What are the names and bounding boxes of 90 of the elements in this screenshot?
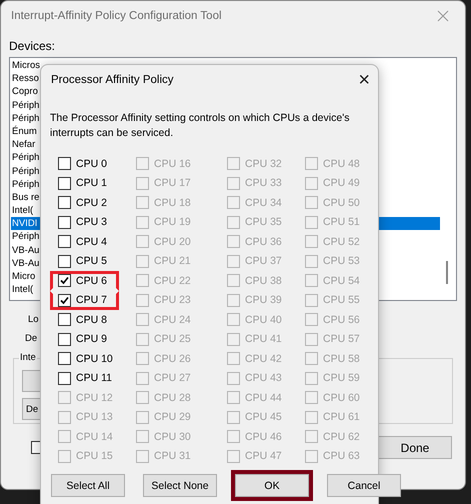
checkbox-label: CPU 60 bbox=[323, 392, 360, 404]
dialog-button[interactable]: Cancel bbox=[327, 474, 401, 497]
checkbox-label: CPU 16 bbox=[154, 158, 191, 170]
checkbox-label: CPU 55 bbox=[323, 294, 360, 306]
checkbox-label: CPU 10 bbox=[76, 352, 113, 365]
checkbox-label: CPU 52 bbox=[323, 236, 360, 248]
checkbox-label: CPU 49 bbox=[323, 177, 360, 190]
checkbox-label: CPU 7 bbox=[76, 294, 107, 306]
checkbox-label: CPU 45 bbox=[245, 411, 282, 424]
checkbox-label: CPU 11 bbox=[76, 372, 112, 384]
checkbox-label: CPU 34 bbox=[245, 196, 282, 209]
checkbox-label: CPU 13 bbox=[76, 411, 113, 424]
checkbox-label: CPU 28 bbox=[154, 392, 191, 404]
checkbox-label: CPU 39 bbox=[245, 294, 282, 306]
done-button[interactable]: Done bbox=[378, 436, 452, 459]
checkbox[interactable] bbox=[58, 176, 71, 190]
checkbox[interactable] bbox=[58, 372, 71, 385]
checkbox-label: CPU 23 bbox=[154, 294, 191, 306]
checkbox-label: CPU 30 bbox=[154, 430, 191, 443]
checkbox-label: CPU 26 bbox=[154, 352, 191, 365]
description-text: The Processor Affinity setting controls on which CPUs a device's interrupts can be serviced. bbox=[49, 111, 350, 141]
checkbox-label: CPU 59 bbox=[323, 372, 360, 384]
checkbox[interactable] bbox=[58, 332, 71, 346]
checkbox-label: CPU 9 bbox=[76, 333, 107, 346]
checkbox-label: CPU 37 bbox=[245, 255, 282, 268]
checkbox-label: CPU 57 bbox=[323, 333, 360, 346]
checkbox-label: CPU 29 bbox=[154, 411, 191, 424]
checkbox[interactable] bbox=[58, 254, 71, 268]
checkbox-label: CPU 62 bbox=[323, 430, 360, 443]
checkbox-label: CPU 22 bbox=[154, 274, 191, 287]
checkbox-label: CPU 19 bbox=[154, 216, 191, 228]
dialog-title: Processor Affinity Policy bbox=[51, 74, 174, 86]
checkbox-label: CPU 5 bbox=[76, 255, 107, 268]
checkbox-label: CPU 12 bbox=[76, 392, 113, 404]
checkbox-label: CPU 31 bbox=[154, 450, 191, 462]
checkbox-label: CPU 44 bbox=[245, 392, 282, 404]
checkbox-label: CPU 4 bbox=[76, 236, 107, 248]
checkbox-label: CPU 40 bbox=[245, 314, 282, 326]
checkbox-label: CPU 21 bbox=[154, 255, 191, 268]
checkbox-label: CPU 63 bbox=[323, 450, 360, 462]
checkbox-label: CPU 42 bbox=[245, 352, 282, 365]
checkbox-label: CPU 1 bbox=[76, 177, 107, 190]
checkbox[interactable] bbox=[58, 216, 71, 229]
checkbox-label: CPU 56 bbox=[323, 314, 360, 326]
checkbox[interactable] bbox=[58, 352, 71, 366]
checkbox[interactable] bbox=[58, 196, 71, 210]
checkbox[interactable] bbox=[58, 235, 71, 248]
checkbox-label: CPU 53 bbox=[323, 255, 360, 268]
checkbox-label: CPU 17 bbox=[154, 177, 191, 190]
checkbox-label: CPU 6 bbox=[76, 274, 107, 287]
field-label: Lo bbox=[28, 313, 39, 327]
checkbox[interactable] bbox=[58, 313, 71, 326]
field-label: De bbox=[25, 332, 38, 346]
checkbox-label: CPU 24 bbox=[154, 314, 191, 326]
checkbox-label: CPU 35 bbox=[245, 216, 282, 228]
checkbox-label: CPU 25 bbox=[154, 333, 191, 346]
checkbox-label: CPU 48 bbox=[323, 158, 360, 170]
checkbox-label: CPU 54 bbox=[323, 274, 360, 287]
checkbox-label: CPU 46 bbox=[245, 430, 282, 443]
checkbox-label: CPU 41 bbox=[245, 333, 282, 346]
checkbox-label: CPU 2 bbox=[76, 196, 107, 209]
checkbox-label: CPU 20 bbox=[154, 236, 191, 248]
checkbox[interactable] bbox=[58, 157, 71, 170]
checkbox-label: CPU 58 bbox=[323, 352, 360, 365]
checkbox-label: CPU 36 bbox=[245, 236, 282, 248]
checkbox-label: CPU 51 bbox=[323, 216, 360, 228]
devices-label: Devices: bbox=[9, 39, 56, 53]
checkbox-label: CPU 3 bbox=[76, 216, 107, 228]
checkbox-label: CPU 43 bbox=[245, 372, 282, 384]
checkbox-label: CPU 27 bbox=[154, 372, 191, 384]
window-title: Interrupt-Affinity Policy Configuration Tool bbox=[11, 10, 222, 22]
checkbox-label: CPU 50 bbox=[323, 196, 360, 209]
checkbox-label: CPU 61 bbox=[323, 411, 360, 424]
checkbox-label: CPU 38 bbox=[245, 274, 282, 287]
checkbox[interactable] bbox=[58, 274, 71, 288]
checkbox-label: CPU 14 bbox=[76, 430, 113, 443]
scrollbar-thumb[interactable] bbox=[446, 261, 448, 284]
checkbox-label: CPU 0 bbox=[76, 158, 107, 170]
checkbox-label: CPU 18 bbox=[154, 196, 191, 209]
checkbox-label: CPU 47 bbox=[245, 450, 282, 462]
dialog-button[interactable]: OK bbox=[235, 474, 309, 497]
dialog-button[interactable]: Select All bbox=[51, 474, 125, 497]
checkbox-label: CPU 32 bbox=[245, 158, 282, 170]
checkbox-label: CPU 8 bbox=[76, 314, 107, 326]
checkbox-label: CPU 15 bbox=[76, 450, 113, 462]
close-button[interactable]: × bbox=[358, 70, 370, 90]
checkbox[interactable] bbox=[58, 294, 71, 307]
checkbox-label: CPU 33 bbox=[245, 177, 282, 190]
group-legend: Inte bbox=[19, 352, 37, 363]
dialog-button[interactable]: Select None bbox=[143, 474, 217, 497]
